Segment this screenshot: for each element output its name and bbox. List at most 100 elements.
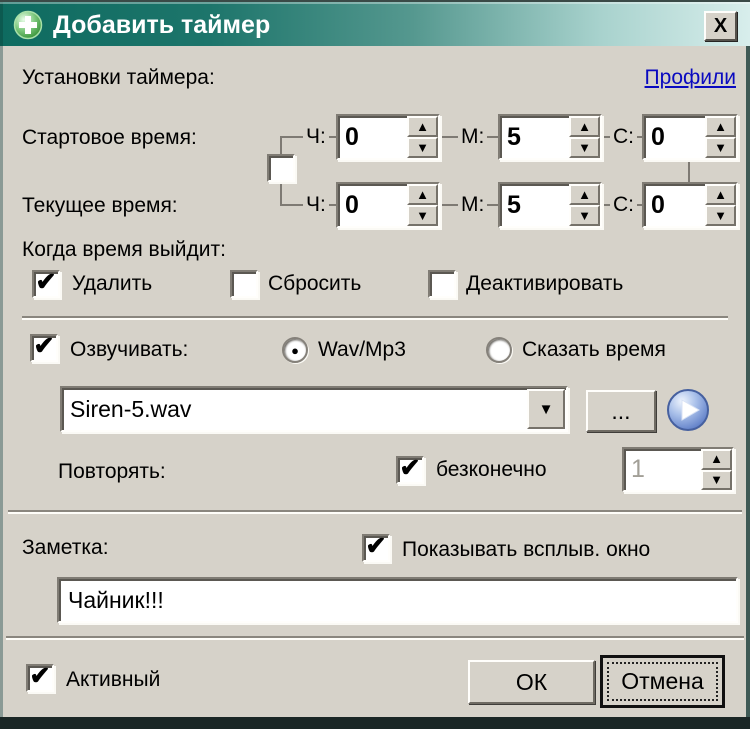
spin-up-button[interactable]: ▲ [705,116,736,137]
checkmark-icon: ✔ [399,454,421,482]
up-arrow-icon: ▲ [416,186,429,202]
hours-label: Ч: [303,125,329,149]
browse-button[interactable]: ... [586,390,656,432]
down-arrow-icon: ▼ [714,207,727,223]
link-line [280,136,282,156]
timer-settings-label: Установки таймера: [22,66,215,89]
up-arrow-icon: ▲ [578,186,591,202]
current-hours-spinner[interactable]: 0 ▲ ▼ [336,182,440,228]
radio-dot-icon: ● [291,342,299,358]
up-arrow-icon: ▲ [714,118,727,134]
spinner-value: 5 [507,190,521,219]
up-arrow-icon: ▲ [714,186,727,202]
current-minutes-spinner[interactable]: 5 ▲ ▼ [498,182,602,228]
up-arrow-icon: ▲ [416,118,429,134]
sound-label[interactable]: Озвучивать: [70,338,188,362]
separator [8,510,742,514]
say-time-radio[interactable] [486,337,512,363]
close-icon: X [713,14,728,37]
minutes-label: М: [458,193,488,217]
start-time-label: Стартовое время: [22,126,197,149]
spin-down-button[interactable]: ▼ [569,137,600,158]
spinner-value: 5 [507,122,521,151]
spin-down-button[interactable]: ▼ [705,205,736,226]
start-minutes-spinner[interactable]: 5 ▲ ▼ [498,114,602,160]
active-checkbox[interactable]: ✔ [26,664,54,692]
active-label[interactable]: Активный [66,668,160,692]
browse-label: ... [611,397,631,424]
cancel-button[interactable]: Отмена [600,655,725,708]
spin-down-button[interactable]: ▼ [569,205,600,226]
sound-checkbox[interactable]: ✔ [30,334,58,362]
wav-mp3-label[interactable]: Wav/Mp3 [318,338,406,362]
spin-down-button[interactable]: ▼ [407,205,438,226]
down-arrow-icon: ▼ [416,207,429,223]
spin-up-button[interactable]: ▲ [569,184,600,205]
spin-up-button[interactable]: ▲ [701,449,732,470]
dropdown-button[interactable]: ▼ [527,389,565,429]
up-arrow-icon: ▲ [578,118,591,134]
spin-down-button[interactable]: ▼ [705,137,736,158]
close-button[interactable]: X [704,11,737,41]
add-timer-icon [13,10,43,40]
checkmark-icon: ✔ [33,332,55,360]
infinite-checkbox[interactable]: ✔ [396,456,424,484]
spinner-value: 1 [631,455,645,483]
delete-checkbox[interactable]: ✔ [32,270,60,298]
spin-down-button[interactable]: ▼ [407,137,438,158]
title-bar[interactable]: Добавить таймер X [0,0,750,46]
seconds-label: С: [610,125,637,149]
hours-label: Ч: [303,193,329,217]
minutes-label: М: [458,125,488,149]
wav-mp3-radio[interactable]: ● [282,337,308,363]
checkmark-icon: ✔ [365,532,387,560]
sound-file-value: Siren-5.wav [70,395,192,422]
spin-up-button[interactable]: ▲ [569,116,600,137]
repeat-count-spinner[interactable]: 1 ▲ ▼ [622,447,734,492]
cancel-label: Отмена [606,661,719,702]
spinner-value: 0 [345,122,359,151]
spinner-value: 0 [651,122,665,151]
current-seconds-spinner[interactable]: 0 ▲ ▼ [642,182,738,228]
checkmark-icon: ✔ [35,268,57,296]
current-time-label: Текущее время: [22,194,178,217]
spin-up-button[interactable]: ▲ [705,184,736,205]
window-title: Добавить таймер [53,11,271,39]
link-line [688,160,690,184]
reset-checkbox[interactable] [230,270,258,298]
start-seconds-spinner[interactable]: 0 ▲ ▼ [642,114,738,160]
play-icon [667,389,709,431]
up-arrow-icon: ▲ [710,451,723,467]
ok-label: ОК [515,668,548,695]
reset-label[interactable]: Сбросить [268,272,361,296]
show-popup-checkbox[interactable]: ✔ [362,534,390,562]
link-times-checkbox[interactable] [267,154,295,182]
when-time-expires-label: Когда время выйдит: [22,238,226,261]
ok-button[interactable]: ОК [468,660,595,704]
checkmark-icon: ✔ [29,662,51,690]
add-timer-dialog: Добавить таймер X Установки таймера: Про… [0,0,750,729]
spinner-value: 0 [651,190,665,219]
show-popup-label[interactable]: Показывать всплыв. окно [402,538,650,562]
start-hours-spinner[interactable]: 0 ▲ ▼ [336,114,440,160]
link-line [280,183,282,206]
spin-up-button[interactable]: ▲ [407,116,438,137]
down-arrow-icon: ▼ [578,207,591,223]
infinite-label[interactable]: безконечно [436,458,547,482]
deactivate-checkbox[interactable] [428,270,456,298]
sound-file-dropdown[interactable]: Siren-5.wav ▼ [60,386,568,432]
seconds-label: С: [610,193,637,217]
separator [6,636,744,640]
play-button[interactable] [666,388,710,432]
delete-label[interactable]: Удалить [72,272,152,296]
note-input[interactable] [57,577,738,623]
say-time-label[interactable]: Сказать время [522,338,666,362]
down-arrow-icon: ▼ [416,139,429,155]
spin-down-button[interactable]: ▼ [701,469,732,490]
note-label: Заметка: [22,536,109,559]
spin-up-button[interactable]: ▲ [407,184,438,205]
repeat-label: Повторять: [58,460,166,483]
spinner-value: 0 [345,190,359,219]
deactivate-label[interactable]: Деактивировать [466,272,623,296]
profiles-link[interactable]: Профили [645,66,736,90]
